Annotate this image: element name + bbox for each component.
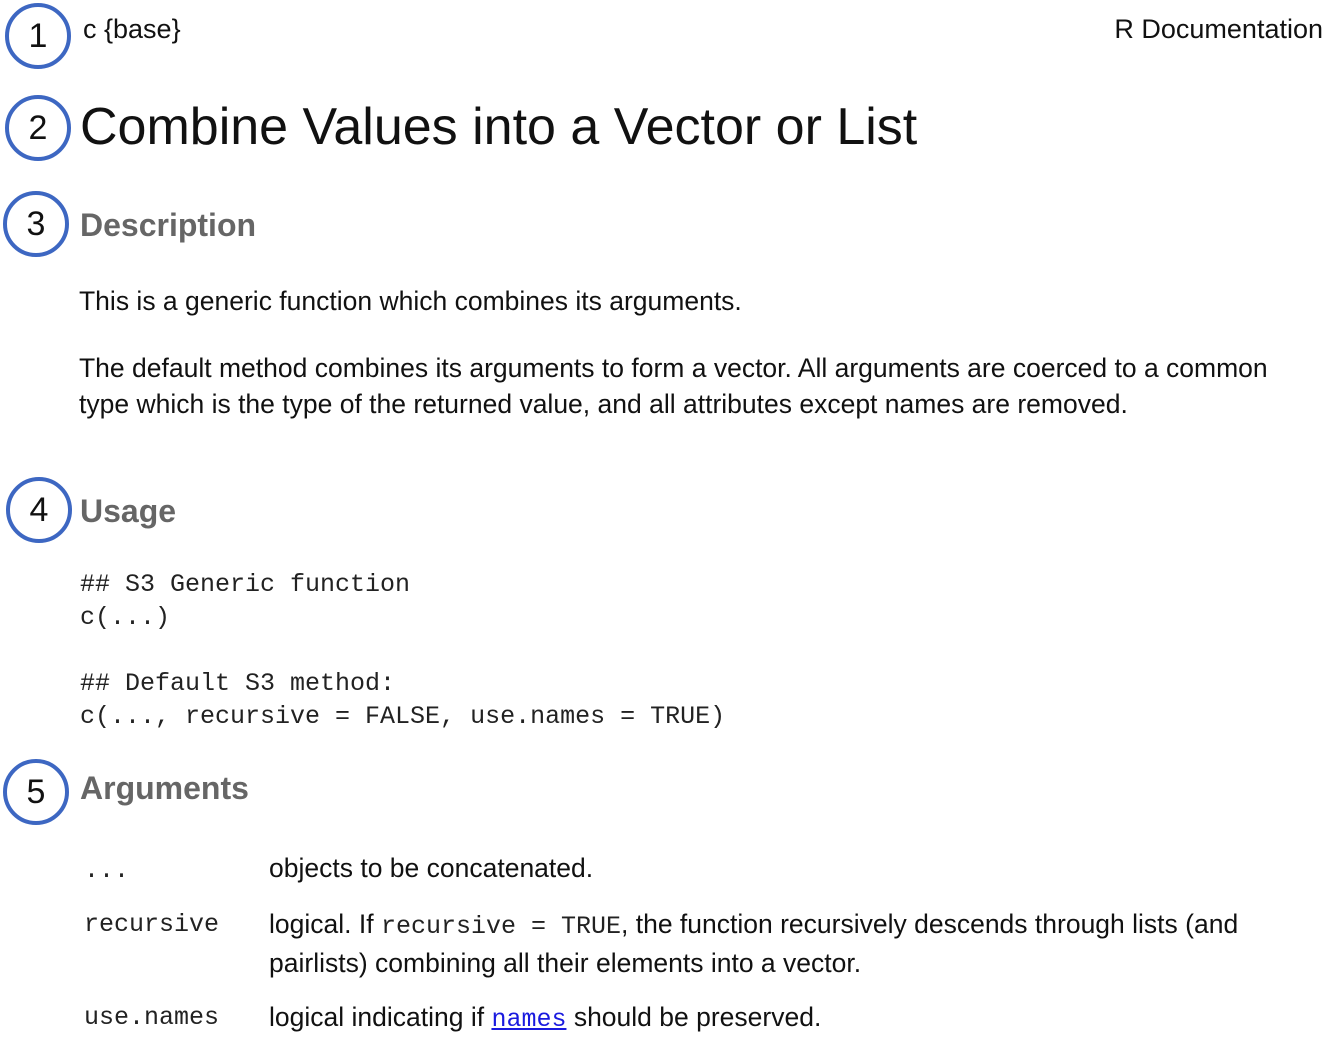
argument-desc-recursive: logical. If recursive = TRUE, the functi… bbox=[269, 906, 1319, 981]
marker-1: 1 bbox=[5, 3, 71, 69]
description-paragraph-2: The default method combines its argument… bbox=[79, 353, 1268, 419]
argument-desc-dots: objects to be concatenated. bbox=[269, 853, 594, 883]
argument-name-recursive: recursive bbox=[84, 910, 220, 939]
usage-code-line: ## Default S3 method: bbox=[80, 669, 396, 698]
inline-code: recursive = TRUE bbox=[380, 912, 621, 941]
argument-desc-text: logical. If bbox=[269, 909, 381, 939]
usage-code-line: c(...) bbox=[80, 603, 171, 632]
marker-4: 4 bbox=[6, 477, 72, 543]
arguments-heading: Arguments bbox=[80, 770, 249, 806]
page-title: Combine Values into a Vector or List bbox=[80, 98, 918, 156]
argument-name-dots: ... bbox=[84, 856, 130, 885]
documentation-label: R Documentation bbox=[1114, 14, 1323, 44]
description-paragraph-1: This is a generic function which combine… bbox=[79, 286, 742, 316]
usage-code-line: ## S3 Generic function bbox=[80, 570, 411, 599]
usage-heading: Usage bbox=[80, 493, 177, 529]
argument-desc-text: should be preserved. bbox=[566, 1002, 822, 1032]
marker-2: 2 bbox=[5, 95, 71, 161]
argument-desc-use-names: logical indicating if names should be pr… bbox=[269, 999, 1319, 1038]
argument-desc-text: logical indicating if bbox=[269, 1002, 492, 1032]
description-heading: Description bbox=[80, 207, 257, 243]
names-link[interactable]: names bbox=[491, 1005, 566, 1034]
package-label: c {base} bbox=[83, 14, 181, 44]
argument-name-use-names: use.names bbox=[84, 1003, 220, 1032]
marker-5: 5 bbox=[3, 759, 69, 825]
usage-code-line: c(..., recursive = FALSE, use.names = TR… bbox=[80, 702, 726, 731]
marker-3: 3 bbox=[3, 191, 69, 257]
